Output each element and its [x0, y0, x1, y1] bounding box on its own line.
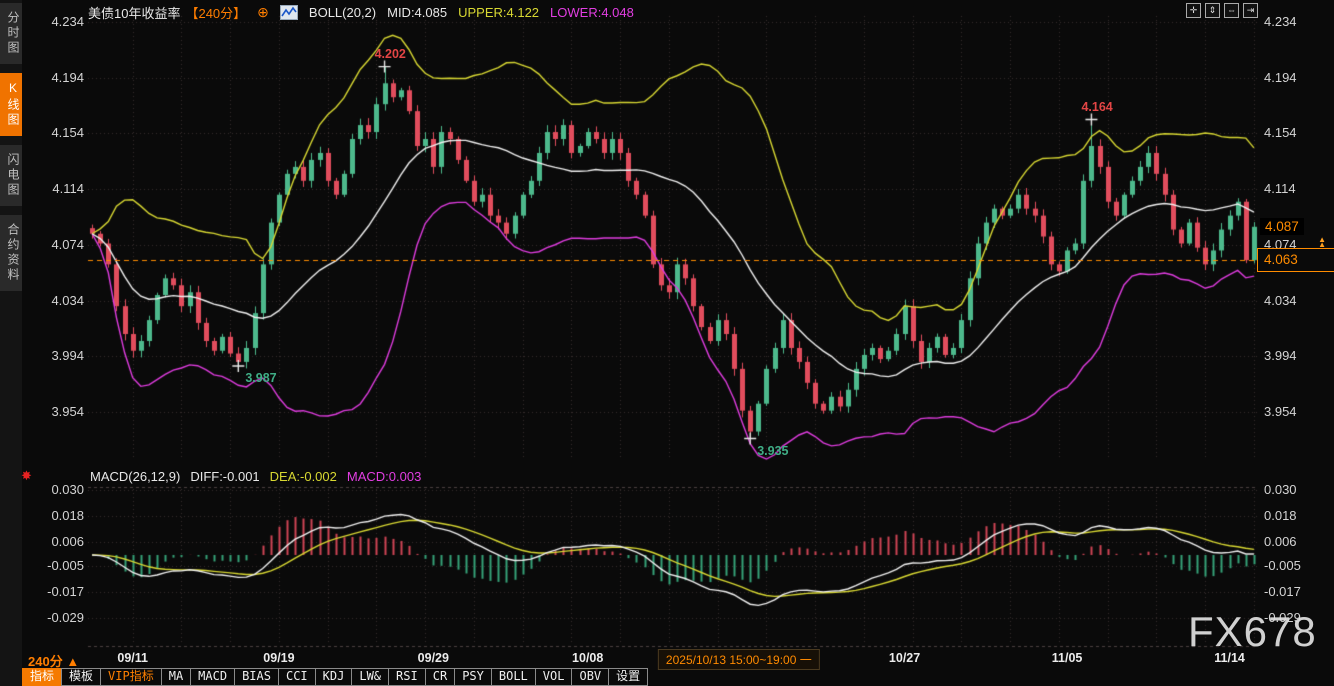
- indicator-toolbar: 指标模板VIP指标MAMACDBIASCCIKDJLW&RSICRPSYBOLL…: [22, 668, 647, 686]
- axis-label: -0.017: [1264, 584, 1320, 599]
- high-price-annotation: 4.202: [375, 47, 406, 61]
- toolbar-button-3[interactable]: MA: [161, 668, 191, 686]
- toolbar-button-4[interactable]: MACD: [190, 668, 235, 686]
- toolbar-button-13[interactable]: VOL: [535, 668, 573, 686]
- axis-label: 0.018: [28, 508, 84, 523]
- interval-label: 【240分】: [185, 3, 246, 22]
- toolbar-button-5[interactable]: BIAS: [234, 668, 279, 686]
- axis-label: 3.994: [28, 348, 84, 363]
- date-label: 11/05: [1052, 651, 1083, 665]
- toolbar-button-11[interactable]: PSY: [454, 668, 492, 686]
- date-label: 09/29: [418, 651, 449, 665]
- toolbar-button-15[interactable]: 设置: [608, 668, 648, 686]
- axis-label: 0.006: [28, 534, 84, 549]
- window-controls: ✛ ⇕ ⇔ ⇥: [1186, 3, 1258, 18]
- axis-label: -0.005: [28, 558, 84, 573]
- last-price-tag: 4.087: [1260, 218, 1304, 235]
- axis-label: 3.954: [1264, 404, 1320, 419]
- axis-label: 4.154: [1264, 125, 1320, 140]
- toolbar-button-14[interactable]: OBV: [571, 668, 609, 686]
- axis-label: 4.074: [28, 237, 84, 252]
- axis-label: 0.030: [28, 482, 84, 497]
- chart-type-icon[interactable]: [280, 5, 298, 20]
- zoom-horizontal-axis-icon[interactable]: ⇔: [1224, 3, 1239, 18]
- toolbar-button-10[interactable]: CR: [425, 668, 455, 686]
- axis-label: 4.114: [1264, 181, 1320, 196]
- symbol-title: 美债10年收益率: [88, 3, 180, 22]
- axis-label: 4.034: [1264, 293, 1320, 308]
- double-up-arrow-icon: ▲▲: [1318, 238, 1326, 247]
- axis-label: -0.029: [28, 610, 84, 625]
- macd-header: MACD(26,12,9) DIFF:-0.001 DEA:-0.002 MAC…: [90, 469, 421, 484]
- macd-dea-value: DEA:-0.002: [270, 469, 337, 484]
- toolbar-button-8[interactable]: LW&: [351, 668, 389, 686]
- axis-label: 0.006: [1264, 534, 1320, 549]
- toolbar-button-2[interactable]: VIP指标: [100, 668, 162, 686]
- date-label: 10/27: [889, 651, 920, 665]
- toolbar-button-6[interactable]: CCI: [278, 668, 316, 686]
- axis-label: 0.018: [1264, 508, 1320, 523]
- date-label: 10/08: [572, 651, 603, 665]
- sidebar-tab-1[interactable]: K线图: [0, 73, 22, 136]
- chart-canvas[interactable]: [0, 0, 1334, 686]
- toolbar-button-7[interactable]: KDJ: [315, 668, 353, 686]
- axis-label: 4.194: [28, 70, 84, 85]
- axis-label: 4.034: [28, 293, 84, 308]
- axis-label: 4.234: [1264, 14, 1320, 29]
- boll-label: BOLL(20,2): [309, 5, 376, 20]
- pan-icon[interactable]: ✛: [1186, 3, 1201, 18]
- boll-mid-value: MID:4.085: [387, 5, 447, 20]
- axis-label: 4.114: [28, 181, 84, 196]
- axis-label: -0.017: [28, 584, 84, 599]
- axis-label: 4.194: [1264, 70, 1320, 85]
- macd-label: MACD(26,12,9): [90, 469, 180, 484]
- boll-lower-value: LOWER:4.048: [550, 5, 634, 20]
- low-price-annotation: 3.987: [245, 371, 276, 385]
- axis-label: 4.234: [28, 14, 84, 29]
- sidebar-tab-3[interactable]: 合约资料: [0, 215, 22, 291]
- date-label: 09/11: [117, 651, 148, 665]
- crosshair-date-tooltip: 2025/10/13 15:00~19:00 一: [658, 649, 820, 670]
- boll-upper-value: UPPER:4.122: [458, 5, 539, 20]
- alert-price-box[interactable]: 4.063 ▲▲: [1257, 248, 1334, 272]
- live-indicator-icon: ✸: [21, 468, 32, 484]
- add-indicator-icon[interactable]: ⊕: [257, 4, 269, 21]
- sidebar-tab-0[interactable]: 分时图: [0, 3, 22, 64]
- macd-diff-value: DIFF:-0.001: [190, 469, 259, 484]
- axis-label: 4.154: [28, 125, 84, 140]
- axis-label: 0.030: [1264, 482, 1320, 497]
- chart-application: 分时图 K线图闪电图合约资料 ✸ 美债10年收益率 【240分】 ⊕ BOLL(2…: [0, 0, 1334, 686]
- zoom-vertical-axis-icon[interactable]: ⇕: [1205, 3, 1220, 18]
- toolbar-button-12[interactable]: BOLL: [491, 668, 536, 686]
- axis-label: 3.954: [28, 404, 84, 419]
- sidebar: 分时图 K线图闪电图合约资料: [0, 0, 22, 686]
- axis-label: -0.005: [1264, 558, 1320, 573]
- toolbar-button-1[interactable]: 模板: [61, 668, 101, 686]
- high-price-annotation: 4.164: [1081, 100, 1112, 114]
- sidebar-tab-2[interactable]: 闪电图: [0, 145, 22, 206]
- toolbar-button-9[interactable]: RSI: [388, 668, 426, 686]
- alert-price-label: 4.063: [1264, 252, 1298, 267]
- toolbar-button-0[interactable]: 指标: [22, 668, 62, 686]
- low-price-annotation: 3.935: [757, 444, 788, 458]
- date-label: 09/19: [263, 651, 294, 665]
- watermark: FX678: [1188, 608, 1317, 656]
- chart-header: 美债10年收益率 【240分】 ⊕ BOLL(20,2) MID:4.085 U…: [88, 3, 634, 22]
- macd-macd-value: MACD:0.003: [347, 469, 421, 484]
- exit-chart-icon[interactable]: ⇥: [1243, 3, 1258, 18]
- axis-label: 3.994: [1264, 348, 1320, 363]
